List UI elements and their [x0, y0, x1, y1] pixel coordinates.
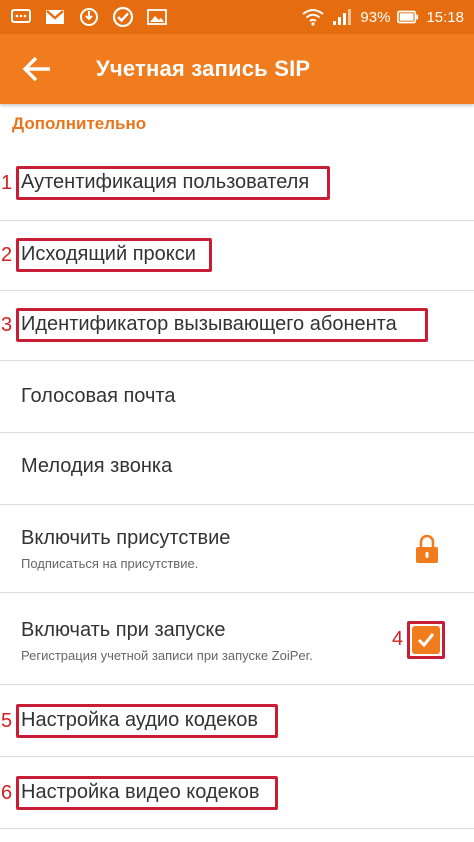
item-title: Мелодия звонка	[21, 455, 173, 477]
annotation-marker: 3	[1, 314, 13, 336]
arrow-back-icon	[22, 56, 50, 82]
gmail-icon	[44, 8, 66, 26]
list-item-video-codecs[interactable]: Настройка видео кодеков 6	[0, 757, 474, 829]
sync-icon	[78, 8, 100, 26]
list-item-caller-id[interactable]: Идентификатор вызывающего абонента 3	[0, 291, 474, 361]
annotation-box	[16, 166, 330, 200]
app-bar: Учетная запись SIP	[0, 34, 474, 104]
clock: 15:18	[426, 8, 464, 26]
battery-icon	[397, 8, 419, 26]
list-item-audio-codecs[interactable]: Настройка аудио кодеков 5	[0, 685, 474, 757]
list-item-voicemail[interactable]: Голосовая почта	[0, 361, 474, 433]
check-circle-icon	[112, 6, 134, 28]
annotation-box	[16, 238, 212, 272]
startup-checkbox[interactable]	[412, 626, 440, 654]
status-bar: 93% 15:18	[0, 0, 474, 34]
list-item-user-authentication[interactable]: Аутентификация пользователя 1	[0, 147, 474, 221]
annotation-marker: 1	[1, 172, 13, 194]
chat-icon	[10, 8, 32, 26]
section-header: Дополнительно	[12, 114, 147, 133]
wifi-icon	[302, 8, 325, 26]
annotation-marker: 5	[1, 710, 13, 732]
signal-icon	[331, 8, 353, 26]
annotation-box	[16, 704, 278, 738]
item-title: Включать при запуске	[21, 619, 226, 641]
lock-icon	[414, 533, 440, 570]
battery-percent: 93%	[360, 8, 391, 26]
annotation-marker: 2	[1, 244, 13, 266]
item-subtitle: Регистрация учетной записи при запуске Z…	[21, 648, 313, 663]
annotation-marker: 6	[1, 782, 13, 804]
image-icon	[146, 8, 168, 26]
list-item-enable-presence[interactable]: Включить присутствие Подписаться на прис…	[0, 505, 474, 593]
annotation-box	[16, 776, 278, 810]
annotation-marker: 4	[392, 628, 404, 650]
item-title: Включить присутствие	[21, 527, 231, 549]
annotation-box	[16, 308, 428, 342]
item-title: Голосовая почта	[21, 385, 176, 407]
check-icon	[417, 633, 435, 648]
list-item-ringtone[interactable]: Мелодия звонка	[0, 433, 474, 505]
back-button[interactable]	[0, 34, 74, 104]
page-title: Учетная запись SIP	[96, 56, 311, 81]
item-subtitle: Подписаться на присутствие.	[21, 556, 199, 571]
list-item-enable-on-startup[interactable]: Включать при запуске Регистрация учетной…	[0, 593, 474, 685]
list-item-outgoing-proxy[interactable]: Исходящий прокси 2	[0, 221, 474, 291]
